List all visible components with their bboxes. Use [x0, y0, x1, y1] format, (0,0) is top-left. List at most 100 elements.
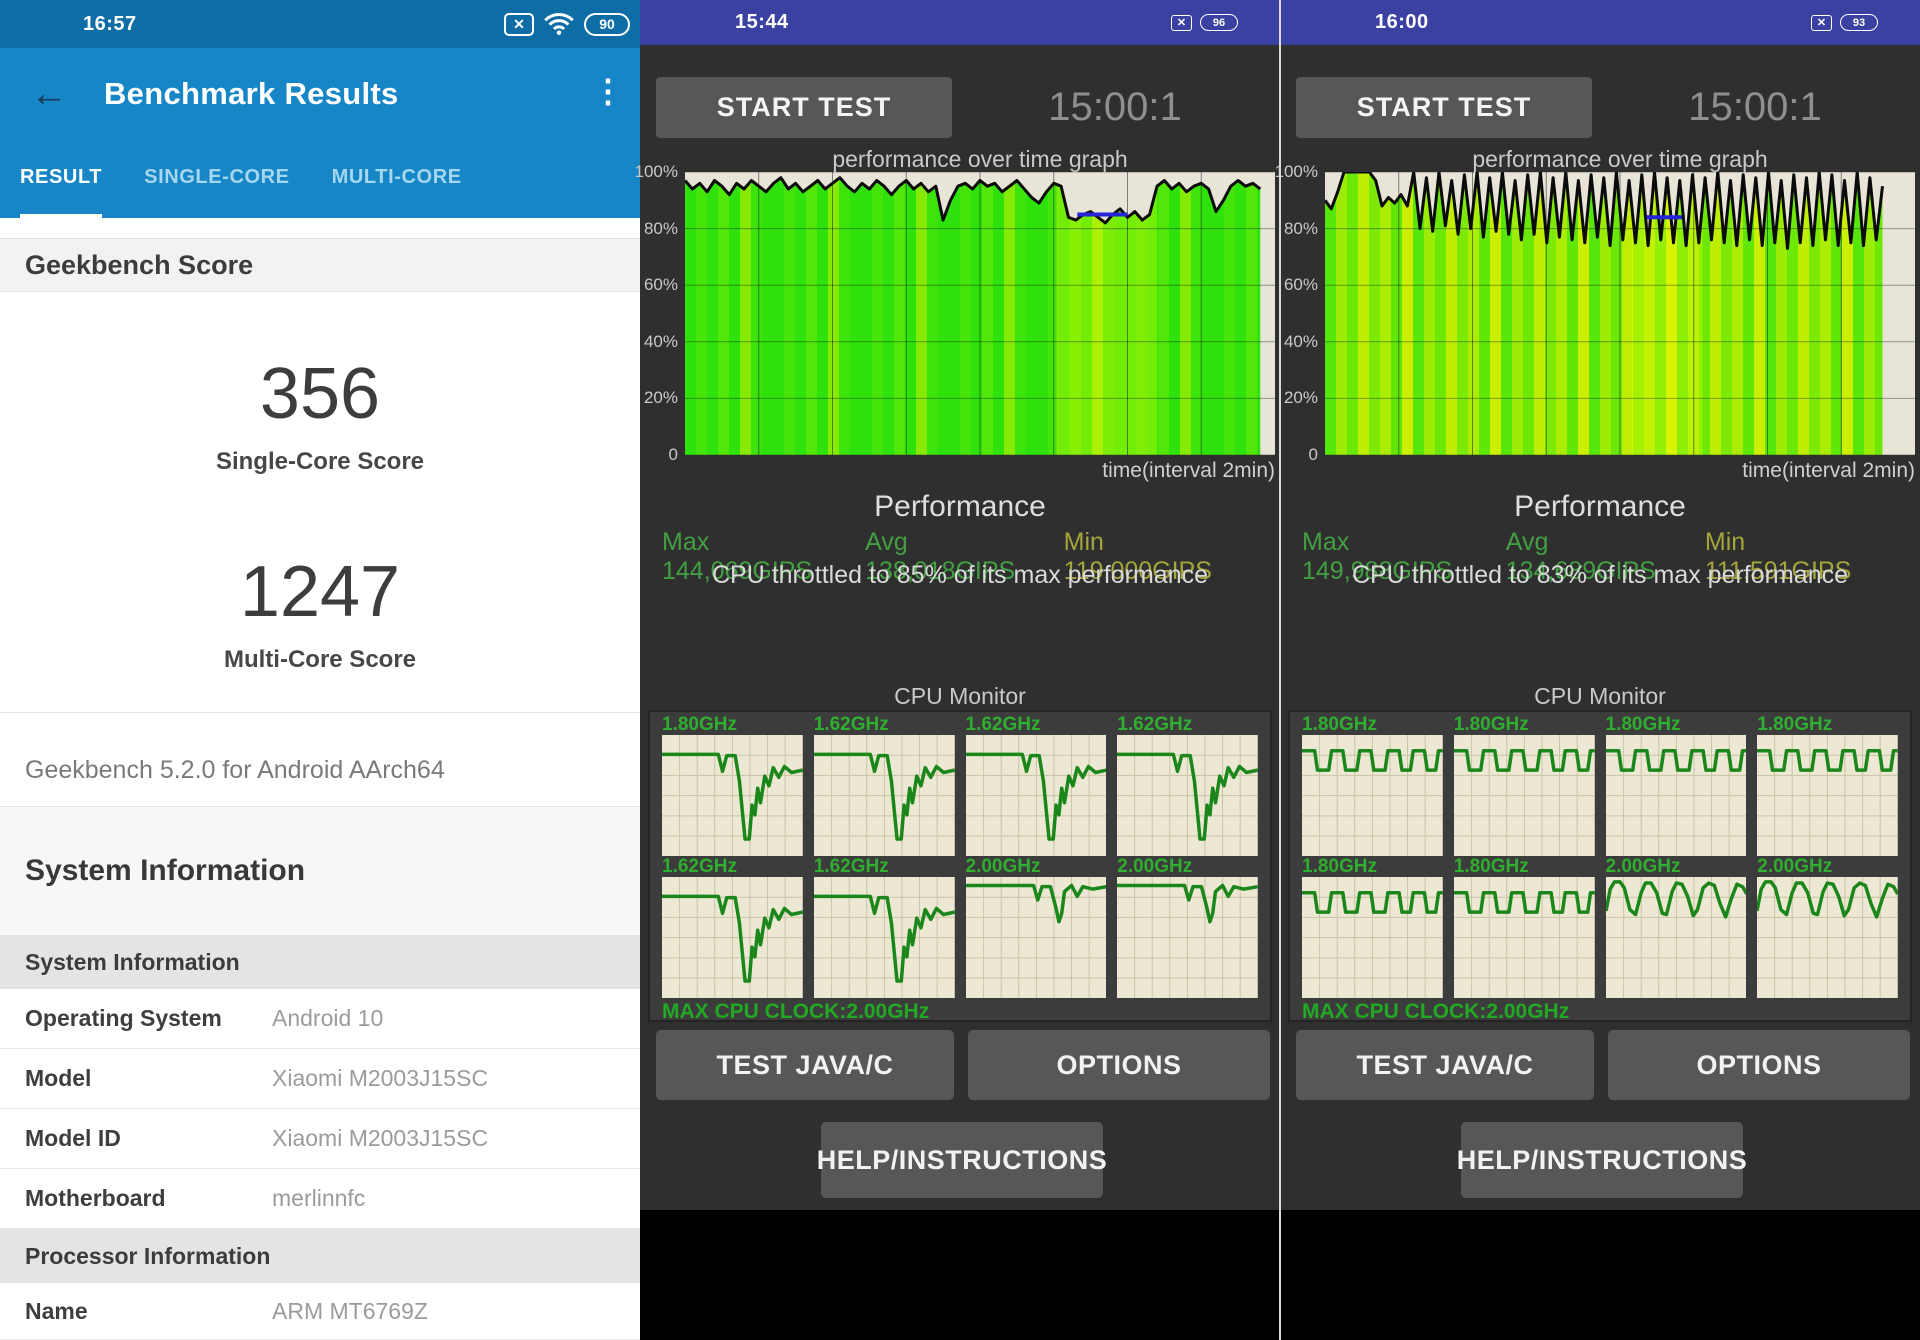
- multi-core-score-label: Multi-Core Score: [0, 646, 640, 674]
- y-axis-tick: 100%: [635, 162, 678, 182]
- help-instructions-button[interactable]: HELP/INSTRUCTIONS: [821, 1122, 1103, 1198]
- status-icons: ✕ 93: [1811, 14, 1878, 31]
- cpu-core-chart: [966, 877, 1107, 998]
- overflow-menu-icon[interactable]: ⋮: [592, 72, 624, 110]
- back-arrow-icon[interactable]: ←: [30, 75, 68, 113]
- throttle-test-panel-1: 15:44 ✕ 96 START TEST 15:00:1 performanc…: [640, 0, 1280, 1340]
- single-core-score-block: 356 Single-Core Score: [0, 358, 640, 476]
- cpu-core-cell: 1.80GHz: [1606, 714, 1747, 856]
- cpu-core-freq-label: 1.62GHz: [966, 714, 1107, 735]
- start-test-button[interactable]: START TEST: [656, 77, 952, 138]
- tab-multi-core[interactable]: MULTI-CORE: [332, 140, 462, 218]
- y-axis-tick: 80%: [644, 219, 678, 239]
- test-java-c-button[interactable]: TEST JAVA/C: [656, 1030, 954, 1100]
- y-axis-tick: 60%: [1284, 275, 1318, 295]
- section-header-geekbench-score: Geekbench Score: [0, 238, 640, 292]
- cpu-core-grid: 1.80GHz1.62GHz1.62GHz1.62GHz1.62GHz1.62G…: [662, 714, 1258, 998]
- cpu-core-freq-label: 1.80GHz: [662, 714, 803, 735]
- cpu-core-freq-label: 2.00GHz: [966, 856, 1107, 877]
- cpu-core-freq-label: 1.80GHz: [1757, 714, 1898, 735]
- sim-card-icon: ✕: [1171, 15, 1192, 31]
- cpu-core-freq-label: 1.62GHz: [814, 714, 955, 735]
- performance-heading: Performance: [640, 490, 1280, 524]
- navigation-area: [640, 1210, 1280, 1340]
- start-test-button[interactable]: START TEST: [1296, 77, 1592, 138]
- throttle-summary-text: CPU throttled to 83% of its max performa…: [1280, 561, 1920, 590]
- y-axis-ticks: 100%80%60%40%20%0: [1280, 172, 1321, 455]
- system-information-title-wrap: System Information: [0, 807, 640, 935]
- throttle-test-panel-2: 16:00 ✕ 93 START TEST 15:00:1 performanc…: [1280, 0, 1920, 1340]
- cpu-core-freq-label: 1.80GHz: [1606, 714, 1747, 735]
- group-header-processor-information: Processor Information: [0, 1229, 640, 1283]
- cpu-core-chart: [1302, 877, 1443, 998]
- cpu-core-cell: 1.62GHz: [966, 714, 1107, 856]
- sim-card-icon: ✕: [1811, 15, 1832, 31]
- multi-core-score-block: 1247 Multi-Core Score: [0, 556, 640, 674]
- cpu-core-cell: 1.80GHz: [1454, 856, 1595, 998]
- cpu-core-freq-label: 2.00GHz: [1117, 856, 1258, 877]
- max-cpu-clock-text: MAX CPU CLOCK:2.00GHz: [1302, 1000, 1898, 1024]
- row-label: Model ID: [25, 1125, 272, 1152]
- help-instructions-button[interactable]: HELP/INSTRUCTIONS: [1461, 1122, 1743, 1198]
- cpu-core-cell: 2.00GHz: [1757, 856, 1898, 998]
- options-button[interactable]: OPTIONS: [1608, 1030, 1910, 1100]
- single-core-score-value: 356: [0, 358, 640, 430]
- cpu-core-freq-label: 1.80GHz: [1454, 856, 1595, 877]
- status-icons: ✕ 96: [1171, 14, 1238, 31]
- group-header-system-information: System Information: [0, 935, 640, 989]
- cpu-core-freq-label: 1.62GHz: [662, 856, 803, 877]
- cpu-core-cell: 1.80GHz: [662, 714, 803, 856]
- status-bar: 15:44 ✕ 96: [640, 0, 1280, 45]
- performance-heading: Performance: [1280, 490, 1920, 524]
- cpu-core-chart: [966, 735, 1107, 856]
- cpu-core-chart: [814, 877, 955, 998]
- cpu-core-freq-label: 2.00GHz: [1757, 856, 1898, 877]
- geekbench-version-text: Geekbench 5.2.0 for Android AArch64: [0, 735, 640, 806]
- y-axis-tick: 80%: [1284, 219, 1318, 239]
- y-axis-tick: 60%: [644, 275, 678, 295]
- options-button[interactable]: OPTIONS: [968, 1030, 1270, 1100]
- cpu-core-cell: 1.62GHz: [1117, 714, 1258, 856]
- info-row-processor-name: Name ARM MT6769Z: [0, 1283, 640, 1340]
- cpu-core-chart: [662, 877, 803, 998]
- screenshot-root: 16:57 ✕ 90 ← Benchmark Results ⋮ RESULT …: [0, 0, 1920, 1340]
- battery-indicator: 96: [1200, 14, 1238, 31]
- cpu-core-cell: 1.62GHz: [814, 714, 955, 856]
- row-label: Name: [25, 1298, 272, 1325]
- test-java-c-button[interactable]: TEST JAVA/C: [1296, 1030, 1594, 1100]
- cpu-core-cell: 2.00GHz: [1117, 856, 1258, 998]
- row-value: ARM MT6769Z: [272, 1298, 428, 1325]
- tab-single-core[interactable]: SINGLE-CORE: [144, 140, 290, 218]
- performance-chart-area: [685, 172, 1275, 455]
- cpu-core-cell: 2.00GHz: [1606, 856, 1747, 998]
- navigation-area: [1280, 1210, 1920, 1340]
- info-row-motherboard: Motherboard merlinnfc: [0, 1169, 640, 1229]
- battery-indicator: 93: [1840, 14, 1878, 31]
- y-axis-tick: 40%: [1284, 332, 1318, 352]
- info-row-model-id: Model ID Xiaomi M2003J15SC: [0, 1109, 640, 1169]
- performance-chart: [1325, 172, 1915, 455]
- tab-result[interactable]: RESULT: [20, 140, 102, 218]
- status-bar: 16:00 ✕ 93: [1280, 0, 1920, 45]
- cpu-core-freq-label: 1.80GHz: [1302, 856, 1443, 877]
- cpu-core-chart: [814, 735, 955, 856]
- cpu-core-chart: [1117, 735, 1258, 856]
- cpu-core-cell: 1.80GHz: [1302, 856, 1443, 998]
- cpu-core-freq-label: 1.62GHz: [1117, 714, 1258, 735]
- cpu-core-chart: [1302, 735, 1443, 856]
- status-time: 15:44: [735, 11, 789, 34]
- test-timer: 15:00:1: [1600, 77, 1910, 138]
- panel-divider: [1279, 0, 1281, 1340]
- cpu-core-freq-label: 1.80GHz: [1302, 714, 1443, 735]
- cpu-core-freq-label: 1.80GHz: [1454, 714, 1595, 735]
- multi-core-score-value: 1247: [0, 556, 640, 628]
- row-label: Motherboard: [25, 1185, 272, 1212]
- status-icons: ✕ 90: [504, 12, 630, 36]
- row-label: Model: [25, 1065, 272, 1092]
- y-axis-tick: 0: [1309, 445, 1318, 465]
- battery-indicator: 90: [584, 13, 630, 36]
- wifi-icon: [544, 12, 574, 36]
- cpu-core-chart: [1757, 877, 1898, 998]
- performance-chart: [685, 172, 1275, 455]
- x-axis-label: time(interval 2min): [685, 459, 1275, 483]
